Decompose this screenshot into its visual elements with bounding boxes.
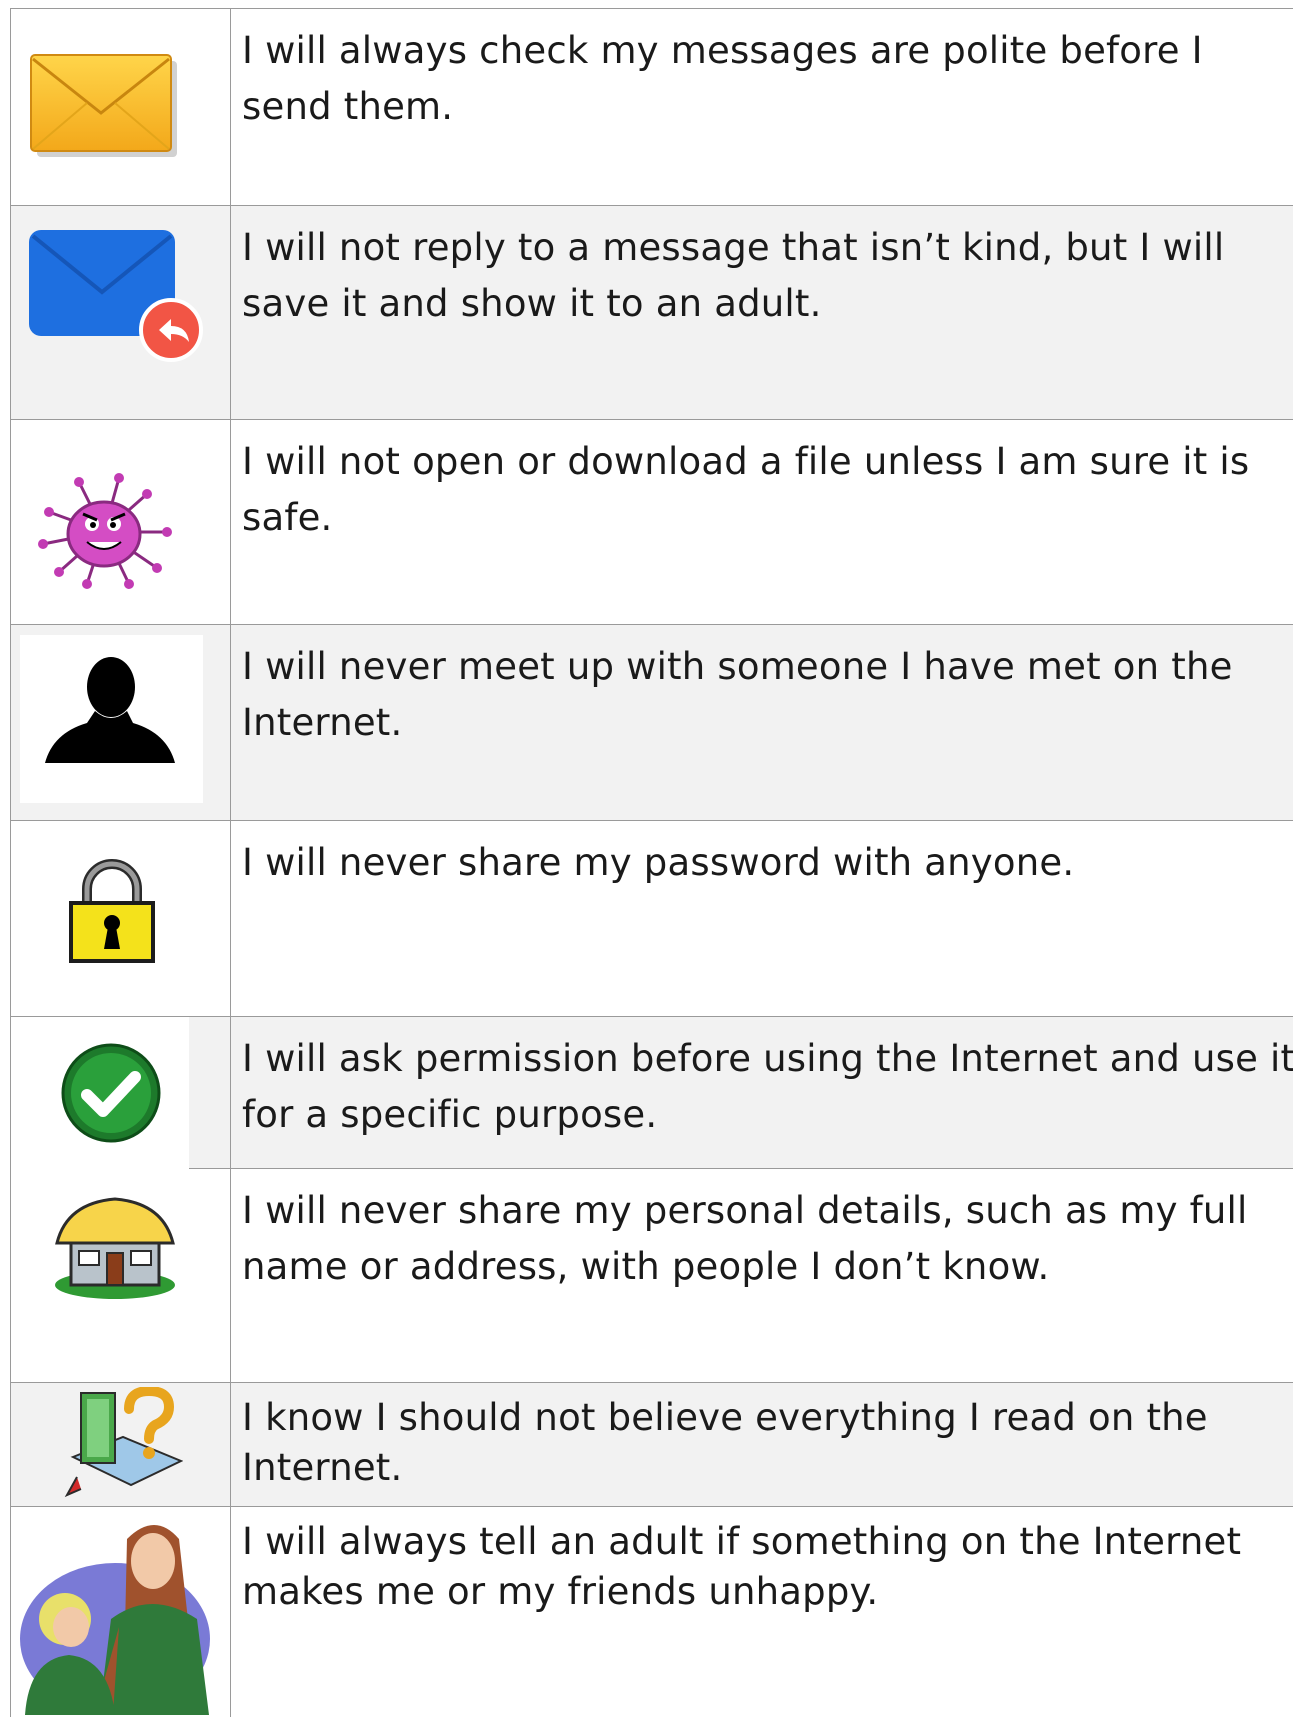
rule-row: I know I should not believe everything I… [10,1383,1293,1507]
rule-text: I will always tell an adult if something… [242,1520,1242,1613]
rule-row: I will not reply to a message that isn’t… [10,206,1293,420]
rule-row: I will always check my messages are poli… [10,9,1293,206]
rule-text: I will never share my personal details, … [242,1189,1248,1288]
rule-text: I will ask permission before using the I… [242,1037,1293,1136]
rule-row: I will never share my personal details, … [10,1169,1293,1383]
rule-text: I will never meet up with someone I have… [242,645,1233,744]
rules-table: I will always check my messages are poli… [10,8,1293,1717]
rule-row: I will not open or download a file unles… [10,420,1293,625]
rule-row: I will never meet up with someone I have… [10,625,1293,821]
rule-text: I will not open or download a file unles… [242,440,1250,539]
rule-row: I will never share my password with anyo… [10,821,1293,1017]
rule-text: I will never share my password with anyo… [242,841,1075,884]
rule-text: I know I should not believe everything I… [242,1396,1208,1489]
rule-text: I will not reply to a message that isn’t… [242,226,1225,325]
rule-row: I will always tell an adult if something… [10,1507,1293,1717]
rule-row: I will ask permission before using the I… [10,1017,1293,1169]
rule-text: I will always check my messages are poli… [242,29,1203,128]
